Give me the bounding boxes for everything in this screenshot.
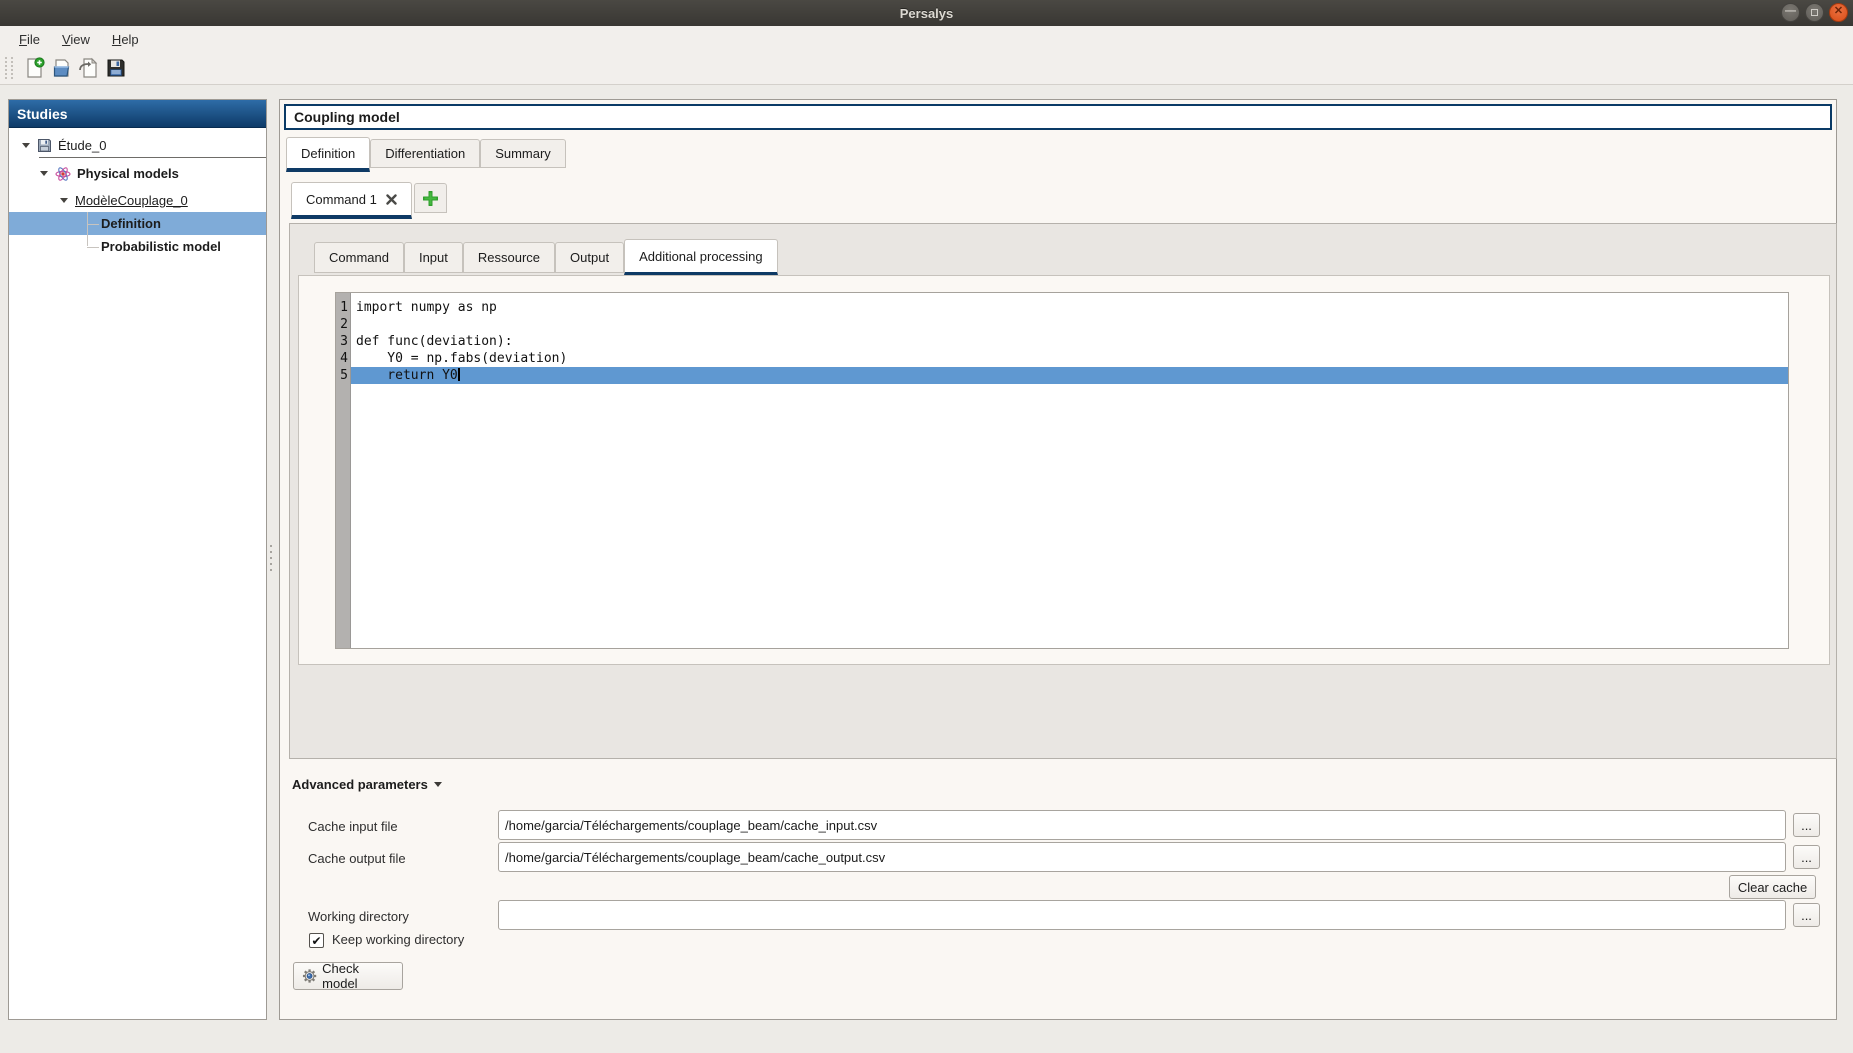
code-editor[interactable]: 1 2 3 4 5 import numpy as np def func(de…: [335, 292, 1789, 649]
expander-icon[interactable]: [22, 143, 30, 148]
add-command-tab-button[interactable]: [414, 183, 447, 213]
tab-command-1[interactable]: Command 1: [291, 182, 412, 219]
line-number-gutter: 1 2 3 4 5: [336, 293, 351, 648]
import-file-icon: [78, 57, 100, 79]
text-cursor: [458, 368, 460, 381]
code-line: Y0 = np.fabs(deviation): [351, 350, 1788, 367]
keep-working-directory-checkbox[interactable]: ✔: [309, 933, 324, 948]
cache-input-label: Cache input file: [308, 819, 398, 834]
close-button[interactable]: ✕: [1829, 3, 1848, 22]
tree-item-probabilistic-model[interactable]: Probabilistic model: [9, 235, 266, 258]
tab-definition[interactable]: Definition: [286, 137, 370, 172]
atom-icon: [55, 166, 71, 182]
titlebar: Persalys — ✕: [0, 0, 1853, 26]
studies-tree: Étude_0 Physical models ModèleCouplage_0…: [9, 128, 266, 258]
additional-processing-pane: 1 2 3 4 5 import numpy as np def func(de…: [298, 275, 1830, 665]
study-save-icon: [37, 138, 52, 153]
save-icon: [105, 57, 127, 79]
close-tab-icon[interactable]: [386, 194, 397, 205]
expander-icon[interactable]: [40, 171, 48, 176]
tree-item-model[interactable]: ModèleCouplage_0: [9, 189, 266, 212]
tree-item-label: ModèleCouplage_0: [75, 193, 188, 208]
maximize-button[interactable]: [1805, 3, 1824, 22]
menu-file[interactable]: File: [10, 29, 49, 50]
code-line-selected: return Y0: [351, 367, 1788, 384]
command-pane: Command Input Ressource Output Additiona…: [289, 223, 1837, 759]
splitter-handle[interactable]: [269, 545, 273, 579]
tree-item-physical-models[interactable]: Physical models: [9, 162, 266, 185]
cache-input-field[interactable]: [498, 810, 1786, 840]
cache-input-browse-button[interactable]: ...: [1793, 813, 1820, 837]
code-line: [351, 316, 1788, 333]
menu-view[interactable]: View: [53, 29, 99, 50]
toolbar-drag-handle[interactable]: [5, 57, 13, 79]
menu-bar: File View Help: [0, 26, 1853, 52]
collapse-arrow-icon: [434, 782, 442, 787]
model-title-box: Coupling model: [284, 104, 1832, 130]
gear-icon: [302, 968, 317, 984]
tree-item-label: Physical models: [77, 166, 179, 181]
open-file-icon: [51, 57, 73, 79]
keep-working-directory-label: Keep working directory: [332, 932, 464, 947]
code-line: def func(deviation):: [351, 333, 1788, 350]
advanced-parameters-header[interactable]: Advanced parameters: [292, 777, 442, 792]
tab-input[interactable]: Input: [404, 242, 463, 273]
tree-item-study[interactable]: Étude_0: [9, 134, 266, 157]
command-section-tab-bar: Command Input Ressource Output Additiona…: [314, 239, 778, 276]
tab-output[interactable]: Output: [555, 242, 624, 273]
code-line: import numpy as np: [351, 299, 1788, 316]
new-study-button[interactable]: [21, 55, 48, 82]
command-tab-bar: Command 1: [291, 182, 447, 219]
tree-item-definition[interactable]: Definition: [9, 212, 266, 235]
studies-panel-header: Studies: [9, 100, 266, 128]
close-icon: ✕: [1834, 6, 1843, 17]
cache-output-label: Cache output file: [308, 851, 406, 866]
tab-differentiation[interactable]: Differentiation: [370, 139, 480, 168]
new-file-icon: [24, 57, 46, 79]
tab-summary[interactable]: Summary: [480, 139, 566, 168]
plus-icon: [423, 191, 438, 206]
maximize-icon: [1811, 9, 1818, 16]
clear-cache-button[interactable]: Clear cache: [1729, 875, 1816, 899]
minimize-icon: —: [1785, 6, 1796, 17]
toolbar: [0, 52, 1853, 85]
model-tab-bar: Definition Differentiation Summary: [286, 137, 566, 173]
tab-ressource[interactable]: Ressource: [463, 242, 555, 273]
window-controls: — ✕: [1781, 3, 1848, 22]
working-directory-browse-button[interactable]: ...: [1793, 903, 1820, 927]
main-panel: Coupling model Definition Differentiatio…: [279, 99, 1837, 1020]
cache-output-browse-button[interactable]: ...: [1793, 845, 1820, 869]
status-bar: [0, 1020, 1853, 1053]
working-directory-field[interactable]: [498, 900, 1786, 930]
tab-additional-processing[interactable]: Additional processing: [624, 239, 778, 275]
tab-command[interactable]: Command: [314, 242, 404, 273]
checkmark-icon: ✔: [311, 935, 321, 947]
tree-item-label: Étude_0: [58, 138, 106, 153]
tree-item-label: Probabilistic model: [101, 239, 221, 254]
page-title: Coupling model: [294, 109, 400, 125]
study-separator: [39, 157, 266, 158]
cache-output-field[interactable]: [498, 842, 1786, 872]
minimize-button[interactable]: —: [1781, 3, 1800, 22]
save-study-button[interactable]: [102, 55, 129, 82]
tree-guide-line: [87, 212, 88, 246]
menu-help[interactable]: Help: [103, 29, 148, 50]
tree-item-label: Definition: [101, 216, 161, 231]
expander-icon[interactable]: [60, 198, 68, 203]
code-area: import numpy as np def func(deviation): …: [351, 293, 1788, 648]
working-directory-label: Working directory: [308, 909, 409, 924]
import-study-button[interactable]: [75, 55, 102, 82]
studies-panel: Studies Étude_0: [8, 99, 267, 1020]
open-study-button[interactable]: [48, 55, 75, 82]
window-title: Persalys: [900, 6, 954, 21]
check-model-button[interactable]: Check model: [293, 962, 403, 990]
